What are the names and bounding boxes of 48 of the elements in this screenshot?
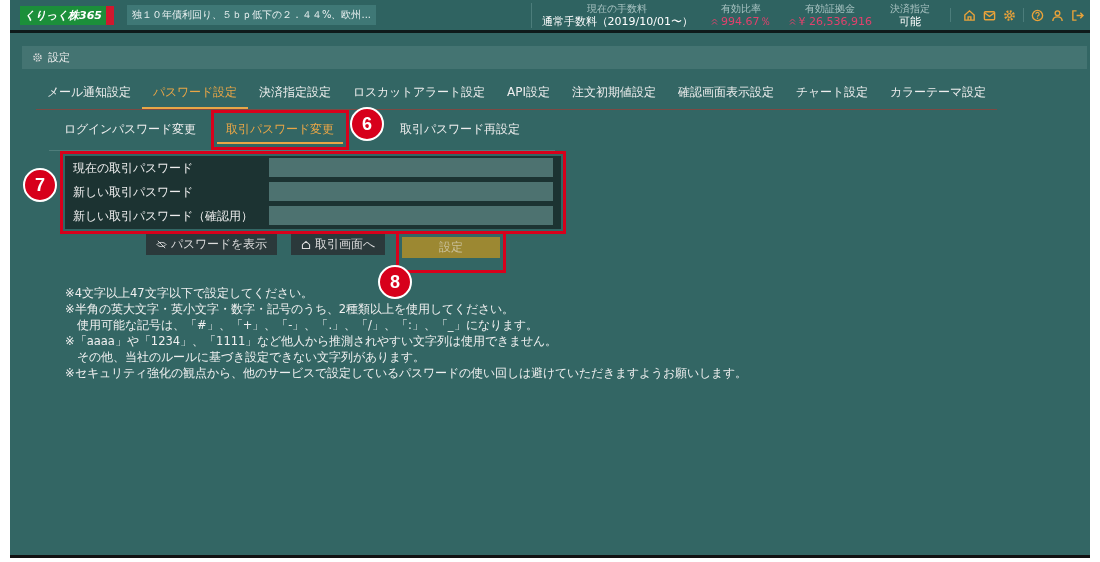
- stat-value: 可能: [899, 14, 921, 28]
- password-field[interactable]: [269, 182, 553, 201]
- stat-label: 現在の手数料: [587, 2, 648, 15]
- user-icon[interactable]: [1051, 8, 1064, 22]
- home-icon[interactable]: [963, 8, 976, 22]
- callout-badge: 6: [350, 107, 384, 141]
- home-icon: [301, 239, 311, 250]
- password-field[interactable]: [269, 158, 553, 177]
- tab[interactable]: 確認画面表示設定: [667, 79, 785, 109]
- news-ticker[interactable]: 独１０年債利回り、５ｂｐ低下の２．４４%、欧州...: [126, 5, 376, 25]
- mail-icon[interactable]: [983, 8, 996, 22]
- stat-value: 994.67％: [721, 14, 771, 28]
- tab[interactable]: チャート設定: [785, 79, 879, 109]
- tab[interactable]: ロスカットアラート設定: [342, 79, 496, 109]
- note-text: ※セキュリティ強化の観点から、他のサービスで設定しているパスワードの使い回しは避けていただきますようお願いします。: [65, 365, 748, 381]
- note-text: ※半角の英大文字・英小文字・数字・記号のうち、2種類以上を使用してください。: [65, 301, 515, 317]
- callout-badge: 7: [23, 168, 57, 202]
- stat-label: 有効証拠金: [805, 2, 856, 15]
- sub-tab[interactable]: ログインパスワード変更: [55, 116, 205, 144]
- field-label: 現在の取引パスワード: [72, 160, 194, 177]
- field-label: 新しい取引パスワード: [72, 184, 194, 201]
- stat-value: ¥ 26,536,916: [798, 14, 872, 28]
- tab[interactable]: 注文初期値設定: [561, 79, 667, 109]
- help-icon[interactable]: [1031, 8, 1044, 22]
- tab[interactable]: カラーテーマ設定: [879, 79, 997, 109]
- panel-title: 設定: [48, 50, 70, 65]
- note-text: その他、当社のルールに基づき設定できない文字列があります。: [76, 349, 426, 365]
- field-label: 新しい取引パスワード（確認用）: [72, 208, 254, 225]
- show-password-button[interactable]: パスワードを表示: [146, 234, 277, 255]
- note-text: ※「aaaa」や「1234」、「1111」など他人から推測されやすい文字列は使用できません。: [65, 333, 559, 349]
- tab[interactable]: パスワード設定: [142, 79, 248, 109]
- stat-value: 通常手数料（2019/10/01〜）: [541, 14, 693, 28]
- password-field[interactable]: [269, 206, 553, 225]
- tab[interactable]: API設定: [496, 79, 561, 109]
- stat-label: 有効比率: [720, 2, 761, 15]
- sub-tab[interactable]: 取引パスワード再設定: [391, 116, 529, 144]
- logo: くりっく株365: [20, 5, 114, 25]
- callout-badge: 8: [378, 265, 412, 299]
- eye-slash-icon: [156, 240, 167, 249]
- settings-icon: [32, 52, 43, 63]
- trading-screen-button[interactable]: 取引画面へ: [291, 234, 385, 255]
- tab[interactable]: 決済指定設定: [248, 79, 342, 109]
- stat-label: 決済指定: [890, 2, 930, 15]
- tab[interactable]: メール通知設定: [36, 79, 142, 109]
- note-text: ※4文字以上47文字以下で設定してください。: [65, 285, 314, 301]
- note-text: 使用可能な記号は、「#」、「+」、「-」、「.」、「/」、「:」、「_」になります。: [76, 317, 539, 333]
- logout-icon[interactable]: [1071, 8, 1084, 22]
- settings-icon[interactable]: [1003, 8, 1016, 22]
